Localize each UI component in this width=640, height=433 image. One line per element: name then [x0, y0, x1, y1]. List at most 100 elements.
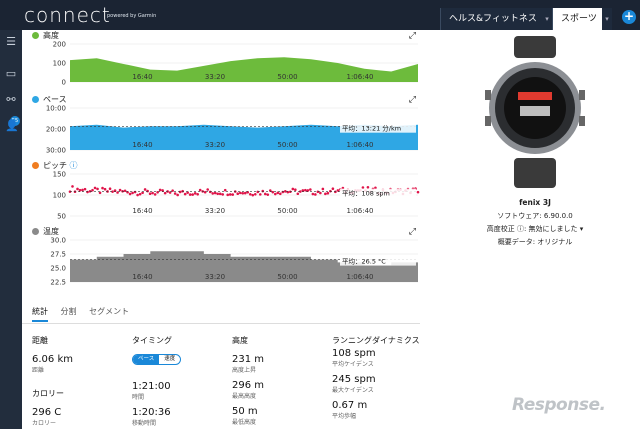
elevation-gain-value: 231 m — [232, 354, 265, 365]
y-tick-label: 20:00 — [46, 126, 66, 134]
stats-divider — [22, 323, 420, 324]
cadence-point — [183, 192, 187, 196]
cadence-point — [206, 188, 209, 191]
cadence-point — [286, 190, 290, 194]
connections-icon[interactable]: ⚯ — [5, 94, 17, 106]
altitude-calibration[interactable]: 高度校正 ⓘ: 無効にしました ▾ — [430, 224, 640, 234]
max-cadence-value: 245 spm — [332, 374, 376, 385]
tab-sports[interactable]: スポーツ — [552, 8, 602, 30]
cadence-point — [193, 192, 197, 195]
cadence-chart: 150 100 50 平均：108 spm 16:40 33:20 50:00 1:06:40 — [53, 171, 420, 221]
add-button[interactable]: + — [622, 10, 636, 24]
moving-time-caption: 移動時間 — [132, 420, 157, 427]
tab-segments[interactable]: セグメント — [89, 306, 129, 320]
y-tick-label: 30.0 — [50, 237, 66, 245]
x-tick-label: 50:00 — [277, 141, 297, 149]
elevation-max-caption: 最高高度 — [232, 393, 257, 400]
cadence-point — [143, 188, 147, 191]
distance-column: 距離 6.06 km 距離 カロリー 296 C カロリー — [32, 335, 127, 433]
average-label: 平均：108 spm — [342, 189, 390, 198]
x-tick-label: 16:40 — [132, 207, 152, 215]
cadence-point — [314, 193, 317, 196]
y-tick-label: 0 — [62, 79, 66, 87]
cadence-point — [331, 187, 335, 191]
toggle-pace[interactable]: ペース — [133, 355, 160, 364]
cadence-point — [83, 187, 87, 191]
cadence-point — [101, 186, 104, 190]
cadence-panel: ピッチ ⓘ 150 100 50 平均：108 spm 16:40 33:20 50:00 1… — [22, 160, 420, 224]
cadence-point — [121, 189, 124, 193]
elevation-panel: 高度 ⤢ 200 100 0 16:40 33:20 50:00 1:06:40 — [22, 30, 420, 94]
tab-splits[interactable]: 分割 — [61, 306, 77, 320]
cadence-point — [266, 193, 270, 196]
cadence-point — [91, 188, 94, 192]
pace-panel: ペース ⤢ 10:00 20:00 30:00 平均：13:21 分/km 16:40 3… — [22, 94, 420, 158]
cadence-point — [281, 190, 285, 194]
toggle-speed[interactable]: 速度 — [159, 355, 180, 364]
distance-title: 距離 — [32, 336, 48, 345]
cadence-point — [103, 187, 107, 191]
timing-title: タイミング — [132, 336, 172, 345]
stats-tabs: 統計 分割 セグメント — [32, 306, 139, 322]
pace-chart: 10:00 20:00 30:00 平均：13:21 分/km 16:40 33:20 50… — [46, 105, 418, 155]
cadence-point — [221, 193, 225, 196]
elevation-min-caption: 最低高度 — [232, 419, 257, 426]
cadence-point — [86, 190, 89, 194]
watch-button — [579, 116, 585, 126]
y-tick-label: 50 — [57, 213, 66, 221]
cadence-point — [148, 192, 152, 196]
tab-health-fitness[interactable]: ヘルス&フィットネス — [440, 8, 542, 30]
user-icon[interactable]: 👤 — [5, 120, 19, 132]
moving-time-value: 1:20:36 — [132, 407, 171, 418]
cadence-point — [138, 192, 142, 196]
x-tick-label: 16:40 — [132, 141, 152, 149]
cadence-point — [311, 192, 315, 196]
running-dynamics-title: ランニングダイナミクス — [332, 336, 420, 345]
cadence-point — [88, 189, 92, 193]
pace-speed-toggle[interactable]: ペース 速度 — [132, 354, 182, 365]
y-tick-label: 100 — [53, 60, 66, 68]
y-tick-label: 100 — [53, 192, 66, 200]
elevation-min-value: 50 m — [232, 406, 258, 417]
cadence-point — [178, 190, 182, 194]
cadence-point — [304, 188, 307, 192]
watch-strap-top — [514, 36, 556, 58]
elevation-gain-caption: 高度上昇 — [232, 367, 257, 374]
cadence-point — [324, 192, 327, 196]
cadence-point — [118, 188, 122, 192]
inbox-icon[interactable]: ▭ — [5, 68, 17, 80]
y-tick-label: 25.0 — [50, 265, 66, 273]
elevation-max-value: 296 m — [232, 380, 265, 391]
main-content: 高度 ⤢ 200 100 0 16:40 33:20 50:00 1:06:40 ペース ⤢… — [22, 30, 420, 429]
chevron-down-icon[interactable]: ▾ — [542, 8, 552, 30]
x-tick-label: 50:00 — [277, 273, 297, 281]
chevron-down-icon[interactable]: ▾ — [602, 8, 612, 30]
x-tick-label: 33:20 — [205, 141, 225, 149]
watch-button — [485, 90, 491, 100]
tab-stats[interactable]: 統計 — [32, 306, 48, 322]
temperature-chart: 30.0 27.5 25.0 22.5 平均：26.5 °C 16:40 33:20 50:0… — [50, 237, 418, 287]
cadence-point — [81, 188, 84, 192]
time-caption: 時間 — [132, 394, 145, 401]
cadence-point — [361, 186, 365, 189]
cadence-point — [188, 193, 192, 196]
watch-button — [485, 116, 491, 126]
watch-strap-bottom — [514, 158, 556, 188]
x-tick-label: 16:40 — [132, 73, 152, 81]
sidebar: ☰ ▭ ⚯ 55 👤 — [0, 30, 22, 429]
cadence-point — [236, 192, 240, 195]
logo-subtitle: powered by Garmin — [107, 13, 157, 19]
cadence-point — [321, 187, 325, 191]
cadence-point — [211, 192, 215, 195]
x-tick-label: 50:00 — [277, 73, 297, 81]
cadence-point — [238, 191, 242, 195]
cadence-point — [366, 185, 370, 189]
cadence-point — [273, 192, 277, 196]
avg-cadence-caption: 平均ケイデンス — [332, 361, 374, 368]
stride-caption: 平均歩幅 — [332, 413, 357, 420]
x-tick-label: 16:40 — [132, 273, 152, 281]
connect-logo[interactable]: connect — [24, 3, 111, 27]
menu-icon[interactable]: ☰ — [5, 36, 17, 48]
watch-display-bar — [518, 92, 552, 100]
avg-cadence-value: 108 spm — [332, 348, 376, 359]
